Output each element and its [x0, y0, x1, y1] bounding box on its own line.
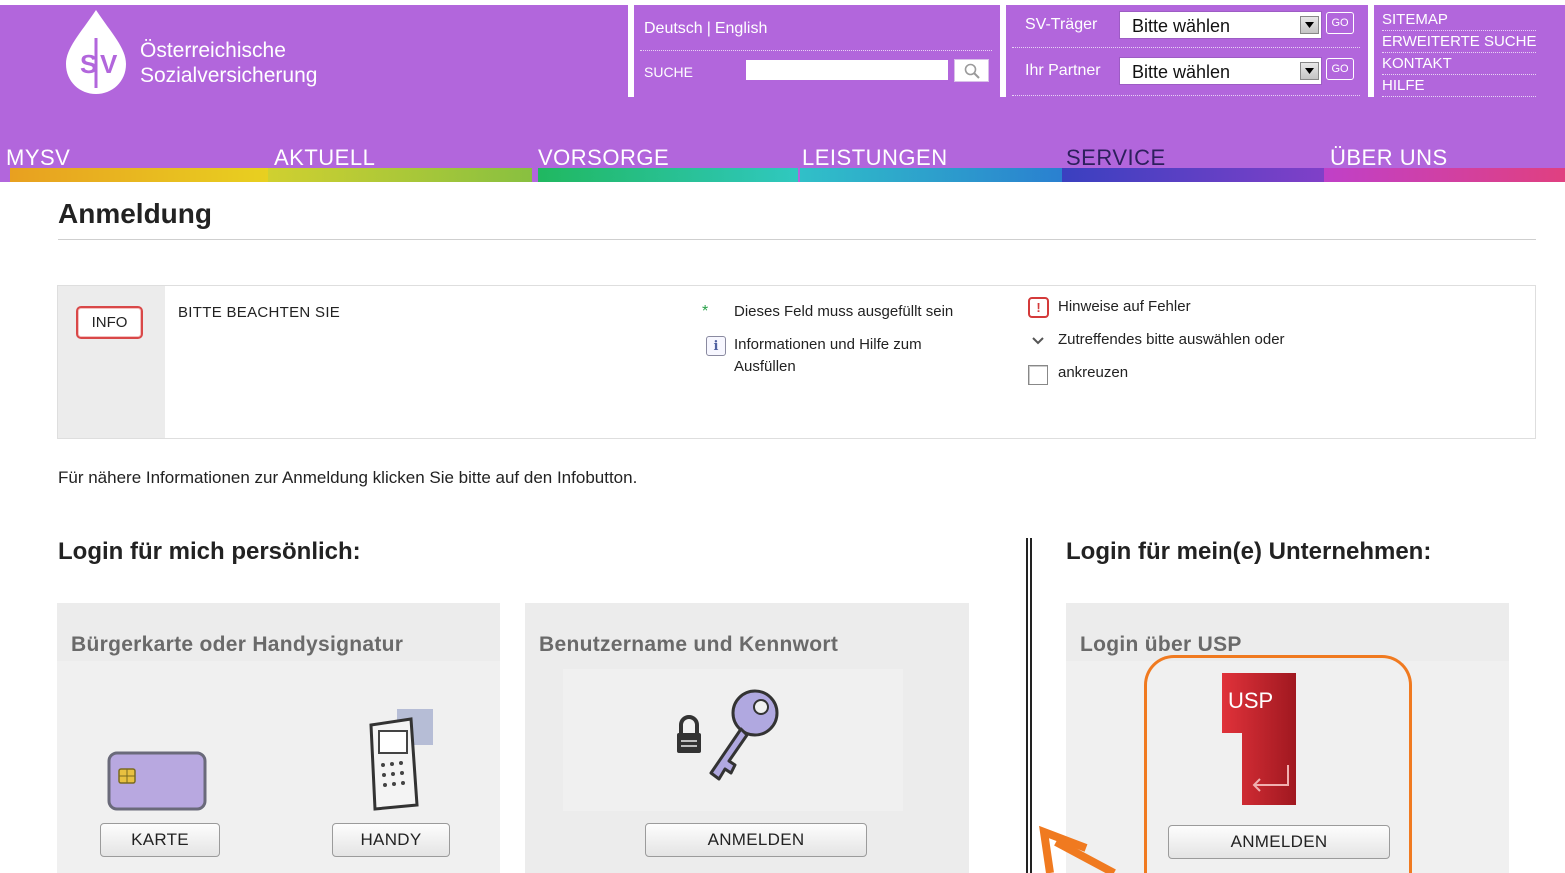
logo[interactable]: S V Österreichische Sozialversicherung	[60, 8, 620, 108]
info-legend-text: Informationen und Hilfe zum Ausfüllen	[734, 334, 922, 378]
erweiterte-suche-link[interactable]: ERWEITERTE SUCHE	[1382, 31, 1537, 53]
search-label: SUCHE	[644, 64, 694, 80]
header-dotted-rule	[1012, 47, 1360, 48]
nav-color-bar	[1324, 168, 1565, 182]
info-legend-box: INFO BITTE BEACHTEN SIE * Dieses Feld mu…	[57, 285, 1536, 439]
nav-color-bar	[268, 168, 532, 182]
nav-ueber-uns[interactable]: ÜBER UNS	[1324, 142, 1565, 182]
error-icon: !	[1028, 297, 1049, 318]
handy-button[interactable]: HANDY	[332, 823, 450, 857]
hilfe-link[interactable]: HILFE	[1382, 75, 1537, 97]
pointer-arrow-icon	[1039, 826, 1116, 873]
partner-value: Bitte wählen	[1132, 62, 1231, 82]
svg-text:V: V	[100, 49, 118, 79]
nav-color-bar	[10, 168, 268, 182]
search-icon	[964, 63, 980, 79]
header-divider	[1000, 5, 1006, 97]
header-divider	[628, 5, 634, 97]
smartcard-icon	[107, 751, 207, 811]
usp-title: Login über USP	[1080, 633, 1242, 656]
kontakt-link[interactable]: KONTAKT	[1382, 53, 1537, 75]
nav-color-bar	[538, 168, 798, 182]
company-login-heading: Login für mein(e) Unternehmen:	[1066, 538, 1432, 565]
buergerkarte-title: Bürgerkarte oder Handysignatur	[71, 633, 404, 656]
header-top-line	[0, 0, 1565, 5]
info-gutter: INFO	[58, 286, 165, 438]
personal-login-heading: Login für mich persönlich:	[58, 538, 361, 565]
key-lock-icon	[677, 689, 779, 781]
nav-aktuell[interactable]: AKTUELL	[268, 142, 532, 182]
lang-deutsch-link[interactable]: Deutsch	[644, 20, 703, 37]
usp-highlight-frame	[1144, 655, 1412, 873]
lang-separator: |	[706, 20, 711, 37]
logo-text: Österreichische Sozialversicherung	[140, 38, 317, 88]
page-title: Anmeldung	[58, 198, 212, 229]
info-legend-line-2: Ausfüllen	[734, 358, 796, 375]
sv-logo-icon: S V	[66, 10, 126, 94]
benutzer-title: Benutzername und Kennwort	[539, 633, 839, 656]
nav-color-bar	[800, 168, 1062, 182]
dropdown-arrow-icon	[1028, 331, 1048, 351]
mobile-phone-icon	[369, 709, 433, 811]
logo-line-2: Sozialversicherung	[140, 64, 318, 87]
benutzer-panel: Benutzername und Kennwort ANMELDEN	[525, 603, 969, 873]
header-divider	[1368, 5, 1374, 97]
logo-line-1: Österreichische	[140, 39, 286, 62]
language-switch: Deutsch | English	[644, 20, 767, 38]
nav-color-bar	[1062, 168, 1324, 182]
benutzer-anmelden-button[interactable]: ANMELDEN	[645, 823, 867, 857]
nav-leistungen[interactable]: LEISTUNGEN	[798, 142, 1062, 182]
search-input[interactable]	[746, 60, 948, 80]
error-legend-text: Hinweise auf Fehler	[1058, 298, 1191, 315]
required-legend-text: Dieses Feld muss ausgefüllt sein	[734, 303, 954, 320]
chevron-down-icon	[1300, 62, 1319, 80]
sv-traeger-select[interactable]: Bitte wählen	[1119, 11, 1322, 39]
sv-traeger-label: SV-Träger	[1025, 16, 1098, 33]
partner-go-button[interactable]: GO	[1326, 58, 1354, 80]
info-heading: BITTE BEACHTEN SIE	[178, 304, 341, 321]
quick-links: SITEMAP ERWEITERTE SUCHE KONTAKT HILFE	[1382, 9, 1537, 97]
site-header: S V Österreichische Sozialversicherung D…	[0, 0, 1565, 182]
info-button[interactable]: INFO	[76, 306, 143, 339]
section-divider	[1026, 538, 1032, 873]
info-legend-line-1: Informationen und Hilfe zum	[734, 336, 922, 353]
karte-button[interactable]: KARTE	[100, 823, 220, 857]
title-rule	[58, 239, 1536, 240]
info-note: Für nähere Informationen zur Anmeldung k…	[58, 468, 638, 487]
buergerkarte-panel: Bürgerkarte oder Handysignatur KARTE HAN…	[57, 603, 500, 873]
select-legend-text: Zutreffendes bitte auswählen oder	[1058, 331, 1285, 348]
required-star-icon: *	[702, 303, 709, 320]
checkbox-legend-text: ankreuzen	[1058, 364, 1129, 381]
checkbox-icon	[1028, 365, 1048, 385]
nav-vorsorge[interactable]: VORSORGE	[532, 142, 798, 182]
nav-service[interactable]: SERVICE	[1062, 142, 1324, 182]
header-dotted-rule	[1012, 95, 1360, 96]
header-dotted-rule	[640, 50, 992, 51]
sitemap-link[interactable]: SITEMAP	[1382, 9, 1537, 31]
sv-traeger-go-button[interactable]: GO	[1326, 12, 1354, 34]
nav-mysv[interactable]: MYSV	[0, 142, 268, 182]
search-button[interactable]	[954, 59, 989, 82]
main-nav: MYSV AKTUELL VORSORGE LEISTUNGEN SERVICE…	[0, 142, 1565, 182]
lang-english-link[interactable]: English	[715, 20, 767, 37]
benutzer-body	[563, 669, 903, 811]
info-icon: i	[706, 336, 726, 356]
chevron-down-icon	[1300, 16, 1319, 34]
partner-label: Ihr Partner	[1025, 62, 1101, 79]
sv-traeger-value: Bitte wählen	[1132, 16, 1231, 36]
partner-select[interactable]: Bitte wählen	[1119, 57, 1322, 85]
svg-text:S: S	[80, 49, 97, 79]
